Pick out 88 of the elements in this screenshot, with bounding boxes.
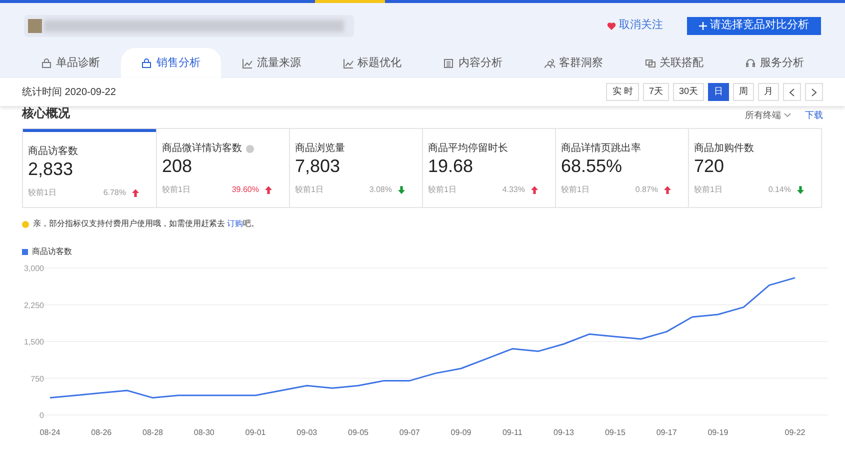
metric-card[interactable]: 商品访客数 2,833 较前1日 6.78% bbox=[23, 129, 156, 207]
x-axis-label: 09-19 bbox=[708, 428, 728, 437]
x-axis-label: 09-03 bbox=[296, 428, 318, 437]
terminal-dropdown[interactable]: 所有终端 bbox=[745, 108, 791, 122]
notice-text: 亲，部分指标仅支持付费用户使用哦，如需使用赶紧去 订购吧。 bbox=[33, 218, 260, 230]
compare-label: 较前1日 bbox=[162, 184, 190, 196]
change-value: 4.33% bbox=[502, 184, 525, 196]
date-label: 统计时间 2020-09-22 bbox=[22, 86, 116, 100]
x-axis-label: 09-17 bbox=[656, 428, 677, 437]
compare-label: 较前1日 bbox=[28, 187, 56, 199]
metric-card[interactable]: 商品详情页跳出率 68.55% 较前1日 0.87% bbox=[555, 129, 688, 207]
chevron-right-icon bbox=[811, 88, 817, 96]
compare-button[interactable]: 请选择竞品对比分析 bbox=[687, 16, 821, 34]
metric-value: 7,803 bbox=[295, 156, 342, 176]
x-axis-label: 09-01 bbox=[245, 428, 266, 437]
range-button[interactable]: 周 bbox=[733, 83, 754, 101]
metric-card[interactable]: 商品加购件数 720 较前1日 0.14% bbox=[688, 129, 821, 207]
x-axis-label: 09-11 bbox=[502, 428, 522, 437]
next-button[interactable] bbox=[805, 83, 823, 101]
tab[interactable]: 内容分析 bbox=[422, 48, 524, 78]
people-icon bbox=[544, 58, 555, 68]
chevron-left-icon bbox=[789, 88, 795, 96]
bag-icon bbox=[40, 58, 52, 68]
tab[interactable]: 单品诊断 bbox=[20, 48, 121, 78]
compare-label: 较前1日 bbox=[428, 184, 456, 196]
metric-value: 2,833 bbox=[28, 159, 74, 179]
y-axis-label: 750 bbox=[30, 374, 44, 384]
range-button[interactable]: 30天 bbox=[672, 83, 704, 101]
heart-icon bbox=[607, 22, 616, 30]
x-axis-label: 09-13 bbox=[554, 428, 574, 437]
tab[interactable]: 关联搭配 bbox=[624, 48, 724, 78]
previous-button[interactable] bbox=[783, 83, 801, 101]
metric-value: 19.68 bbox=[428, 156, 474, 176]
compare-label: 较前1日 bbox=[295, 184, 324, 196]
metric-card[interactable]: 商品微详情访客数 208 较前1日 39.60% bbox=[156, 129, 289, 207]
change-value: 0.14% bbox=[768, 184, 791, 196]
tab[interactable]: 流量来源 bbox=[221, 48, 322, 78]
change-value: 3.08% bbox=[369, 184, 392, 196]
legend-label: 商品访客数 bbox=[32, 246, 72, 258]
tab[interactable]: 服务分析 bbox=[724, 48, 825, 78]
y-axis-label: 0 bbox=[40, 411, 44, 420]
range-button[interactable]: 7天 bbox=[642, 83, 669, 101]
x-axis-label: 09-22 bbox=[784, 428, 806, 437]
compare-label: 较前1日 bbox=[694, 184, 722, 196]
compare-label: 较前1日 bbox=[561, 184, 590, 196]
metric-label: 商品平均停留时长 bbox=[428, 142, 508, 156]
download-link[interactable]: 下载 bbox=[805, 108, 823, 122]
metric-label: 商品详情页跳出率 bbox=[561, 142, 641, 156]
metric-label: 商品微详情访客数 bbox=[162, 142, 242, 156]
range-button[interactable]: 日 bbox=[708, 83, 729, 101]
x-axis-label: 08-24 bbox=[40, 428, 60, 437]
y-axis-label: 2,250 bbox=[24, 300, 44, 310]
tab[interactable]: 客群洞察 bbox=[523, 48, 624, 78]
caret-icon bbox=[784, 113, 791, 118]
tab[interactable]: 标题优化 bbox=[322, 48, 422, 78]
x-axis-label: 09-15 bbox=[604, 428, 626, 437]
squares-icon bbox=[644, 58, 656, 68]
x-axis-label: 08-26 bbox=[91, 428, 112, 437]
bag-icon bbox=[141, 58, 152, 68]
tab[interactable]: 销售分析 bbox=[120, 48, 222, 78]
metric-value: 720 bbox=[694, 156, 726, 176]
metric-card[interactable]: 商品平均停留时长 19.68 较前1日 4.33% bbox=[422, 129, 555, 207]
chart-line-icon bbox=[342, 58, 354, 68]
plus-icon bbox=[699, 22, 707, 30]
metric-value: 208 bbox=[162, 156, 194, 176]
document-icon bbox=[443, 58, 454, 68]
metric-label: 商品浏览量 bbox=[295, 142, 345, 156]
chart-line-icon bbox=[242, 58, 254, 68]
range-button[interactable]: 月 bbox=[758, 83, 779, 101]
range-button[interactable]: 实 时 bbox=[606, 83, 639, 101]
headset-icon bbox=[745, 58, 756, 68]
x-axis-label: 09-05 bbox=[348, 428, 368, 437]
x-axis-label: 09-07 bbox=[399, 428, 420, 437]
unfollow-link[interactable]: 取消关注 bbox=[607, 17, 663, 34]
change-value: 39.60% bbox=[232, 184, 259, 196]
metric-label: 商品访客数 bbox=[28, 144, 78, 159]
change-value: 0.87% bbox=[635, 184, 658, 196]
y-axis-label: 1,500 bbox=[24, 338, 44, 346]
change-value: 6.78% bbox=[103, 187, 126, 199]
metric-label: 商品加购件数 bbox=[694, 142, 754, 156]
section-title: 核心概况 bbox=[22, 105, 70, 122]
y-axis-label: 3,000 bbox=[24, 264, 44, 273]
x-axis-label: 08-30 bbox=[194, 428, 214, 437]
metric-value: 68.55% bbox=[561, 156, 624, 176]
x-axis-label: 09-09 bbox=[450, 428, 472, 437]
x-axis-label: 08-28 bbox=[142, 428, 163, 437]
subscribe-link[interactable]: 订购 bbox=[227, 219, 244, 228]
metric-card[interactable]: 商品浏览量 7,803 较前1日 3.08% bbox=[289, 129, 422, 207]
